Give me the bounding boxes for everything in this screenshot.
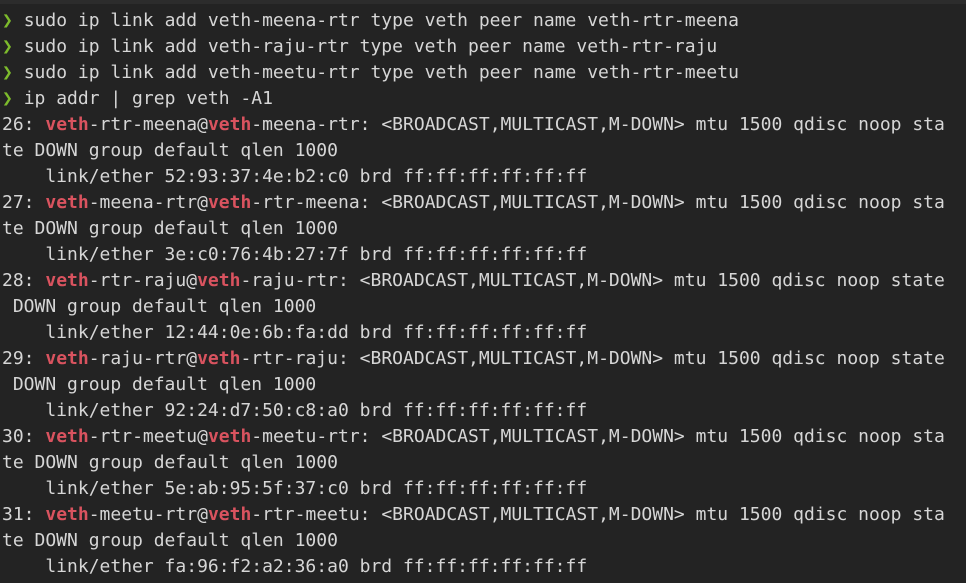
command-text: sudo ip link add veth-meena-rtr type vet… [23, 10, 739, 31]
command-line: ❯ sudo ip link add veth-meetu-rtr type v… [2, 60, 964, 86]
interface-index: 28: [2, 270, 46, 291]
grep-match: veth [45, 192, 89, 213]
interface-details: -rtr-meena: <BROADCAST,MULTICAST,M-DOWN>… [251, 192, 945, 213]
interface-details: -meena-rtr: <BROADCAST,MULTICAST,M-DOWN>… [251, 114, 945, 135]
command-text: ip addr | grep veth -A1 [23, 88, 273, 109]
command-line: ❯ sudo ip link add veth-meena-rtr type v… [2, 8, 964, 34]
terminal-output[interactable]: ❯ sudo ip link add veth-meena-rtr type v… [2, 8, 964, 580]
interface-details: -rtr-raju: <BROADCAST,MULTICAST,M-DOWN> … [240, 348, 945, 369]
interface-details: -rtr-meetu: <BROADCAST,MULTICAST,M-DOWN>… [251, 504, 945, 525]
grep-match: veth [45, 270, 89, 291]
link-ether-line: link/ether fa:96:f2:a2:36:a0 brd ff:ff:f… [2, 556, 588, 577]
interface-name-rest: -meetu-rtr@ [88, 504, 208, 525]
interface-index: 29: [2, 348, 46, 369]
interface-header-line: 26: veth-rtr-meena@veth-meena-rtr: <BROA… [2, 112, 964, 138]
prompt-chevron-icon: ❯ [2, 88, 13, 109]
command-text: sudo ip link add veth-meetu-rtr type vet… [23, 62, 739, 83]
prompt-chevron-icon: ❯ [2, 10, 13, 31]
grep-match: veth [207, 192, 252, 213]
interface-name-rest: -rtr-raju@ [88, 270, 198, 291]
interface-details: -raju-rtr: <BROADCAST,MULTICAST,M-DOWN> … [240, 270, 945, 291]
grep-match: veth [197, 348, 241, 369]
interface-name-rest: -rtr-meetu@ [88, 426, 208, 447]
wrapped-line: te DOWN group default qlen 1000 [2, 140, 338, 161]
window-top-edge [0, 0, 966, 4]
interface-header-line: 29: veth-raju-rtr@veth-rtr-raju: <BROADC… [2, 346, 964, 372]
wrapped-line: te DOWN group default qlen 1000 [2, 452, 338, 473]
interface-index: 31: [2, 504, 46, 525]
interface-name-rest: -raju-rtr@ [88, 348, 198, 369]
interface-name-rest: -meena-rtr@ [88, 192, 208, 213]
interface-header-line: 28: veth-rtr-raju@veth-raju-rtr: <BROADC… [2, 268, 964, 294]
interface-header-line: 30: veth-rtr-meetu@veth-meetu-rtr: <BROA… [2, 424, 964, 450]
interface-index: 27: [2, 192, 46, 213]
command-text: sudo ip link add veth-raju-rtr type veth… [23, 36, 718, 57]
wrapped-line: te DOWN group default qlen 1000 [2, 530, 338, 551]
link-ether-line: link/ether 92:24:d7:50:c8:a0 brd ff:ff:f… [2, 400, 588, 421]
link-ether-line: link/ether 52:93:37:4e:b2:c0 brd ff:ff:f… [2, 166, 588, 187]
interface-header-line: 27: veth-meena-rtr@veth-rtr-meena: <BROA… [2, 190, 964, 216]
interface-header-line: 31: veth-meetu-rtr@veth-rtr-meetu: <BROA… [2, 502, 964, 528]
interface-index: 26: [2, 114, 46, 135]
grep-match: veth [197, 270, 241, 291]
link-ether-line: link/ether 5e:ab:95:5f:37:c0 brd ff:ff:f… [2, 478, 588, 499]
grep-match: veth [207, 426, 252, 447]
grep-match: veth [45, 348, 89, 369]
prompt-chevron-icon: ❯ [2, 62, 13, 83]
command-line: ❯ sudo ip link add veth-raju-rtr type ve… [2, 34, 964, 60]
wrapped-line: DOWN group default qlen 1000 [2, 374, 317, 395]
grep-match: veth [45, 114, 89, 135]
link-ether-line: link/ether 12:44:0e:6b:fa:dd brd ff:ff:f… [2, 322, 588, 343]
wrapped-line: DOWN group default qlen 1000 [2, 296, 317, 317]
grep-match: veth [207, 114, 252, 135]
grep-match: veth [45, 504, 89, 525]
link-ether-line: link/ether 3e:c0:76:4b:27:7f brd ff:ff:f… [2, 244, 588, 265]
prompt-chevron-icon: ❯ [2, 36, 13, 57]
interface-details: -meetu-rtr: <BROADCAST,MULTICAST,M-DOWN>… [251, 426, 945, 447]
interface-name-rest: -rtr-meena@ [88, 114, 208, 135]
grep-match: veth [207, 504, 252, 525]
command-line: ❯ ip addr | grep veth -A1 [2, 86, 964, 112]
interface-index: 30: [2, 426, 46, 447]
wrapped-line: te DOWN group default qlen 1000 [2, 218, 338, 239]
grep-match: veth [45, 426, 89, 447]
